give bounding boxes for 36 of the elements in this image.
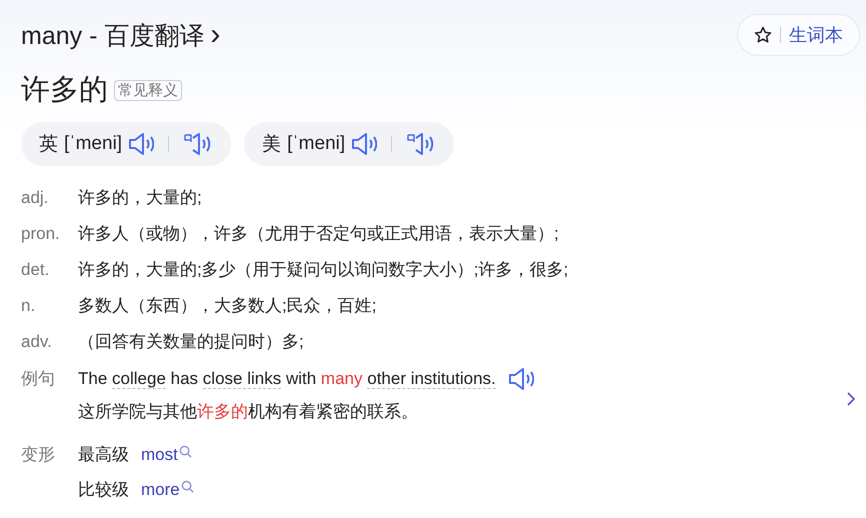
- search-icon[interactable]: [178, 444, 192, 458]
- definition-text: 多数人（东西），大多数人;民众，百姓;: [78, 295, 376, 317]
- word-link[interactable]: other institutions.: [367, 369, 496, 389]
- search-icon[interactable]: [180, 480, 194, 492]
- region-label: 美: [262, 132, 282, 157]
- chevron-icon[interactable]: ›: [210, 20, 220, 50]
- definition-text: 许多的，大量的;: [78, 187, 202, 209]
- part-of-speech: n.: [21, 296, 36, 316]
- example-translation: 这所学院与其他许多的机构有着紧密的联系。: [78, 401, 419, 423]
- definition-tag: 常见释义: [114, 80, 182, 100]
- definition-text: 许多人（或物），许多（尤用于否定句或正式用语，表示大量）;: [78, 223, 559, 245]
- phonetic-text: [ˈmeni]: [287, 133, 346, 155]
- form-name: 比较级: [78, 479, 129, 501]
- star-icon[interactable]: [754, 26, 772, 44]
- page-title[interactable]: many - 百度翻译: [21, 18, 204, 52]
- wordbook-button[interactable]: 生词本: [737, 14, 860, 56]
- example-sentence: The college has close links with many other institutions.: [78, 369, 496, 389]
- speaker-icon[interactable]: [351, 132, 378, 156]
- form-word-link[interactable]: more: [141, 480, 194, 500]
- form-name: 最高级: [78, 444, 129, 466]
- part-of-speech: det.: [21, 260, 50, 280]
- part-of-speech: adv.: [21, 332, 53, 352]
- form-word-link[interactable]: most: [141, 444, 192, 464]
- definition-text: （回答有关数量的提问时）多;: [78, 331, 304, 353]
- part-of-speech: pron.: [21, 224, 61, 244]
- region-label: 英: [39, 133, 58, 157]
- speaker-icon[interactable]: [508, 367, 534, 391]
- definition-text: 许多的，大量的;多少（用于疑问句以询问数字大小）;许多，很多;: [78, 259, 568, 281]
- phonetic-text: [ˈmeni]: [64, 133, 122, 155]
- forms-label: 变形: [21, 444, 56, 466]
- speaker-icon[interactable]: [128, 132, 154, 156]
- headword: 许多的: [21, 73, 108, 108]
- word-link[interactable]: close links: [202, 369, 282, 389]
- part-of-speech: adj.: [21, 188, 50, 208]
- word-link[interactable]: college: [112, 369, 166, 389]
- example-label: 例句: [21, 368, 56, 390]
